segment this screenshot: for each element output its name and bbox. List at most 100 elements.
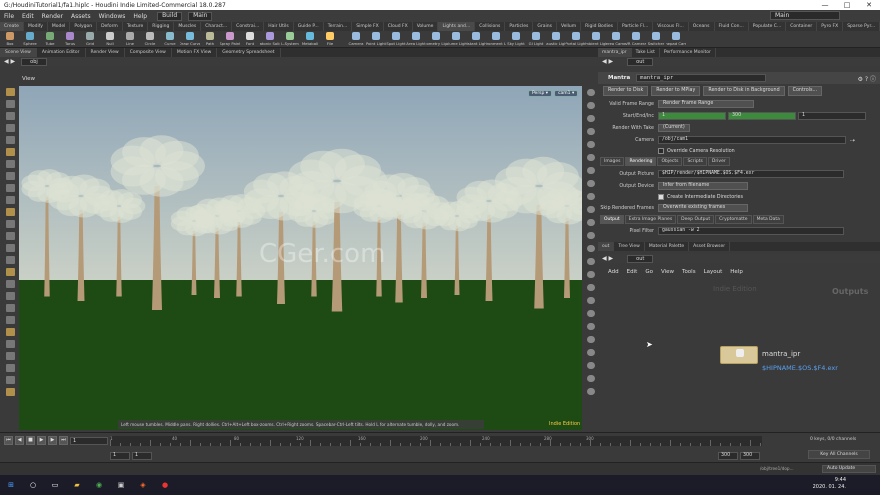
net-tab-1[interactable]: Tree View <box>614 242 645 251</box>
shelf-tool-0[interactable]: Box <box>0 31 20 47</box>
desktop-right-select[interactable]: Main <box>770 11 840 20</box>
end-field[interactable]: 300 <box>728 112 796 120</box>
tab-driver[interactable]: Driver <box>707 157 730 166</box>
display-option-icon-7[interactable] <box>587 180 595 187</box>
subtab-output[interactable]: Output <box>600 215 624 224</box>
net-menu-tools[interactable]: Tools <box>678 269 700 275</box>
file-explorer-icon[interactable]: ▰ <box>68 478 86 492</box>
key-all-channels-button[interactable]: Key All Channels <box>808 450 870 459</box>
current-frame-field[interactable]: 1 <box>70 437 108 445</box>
light-tool-5[interactable]: Volume Light <box>446 31 466 47</box>
left-tool-icon-12[interactable] <box>5 232 15 240</box>
shelf-tab-18[interactable]: Particles <box>505 22 534 31</box>
shelf-tool-14[interactable]: L-System <box>280 31 300 47</box>
light-tool-4[interactable]: Geometry Light <box>426 31 446 47</box>
mantra-ipr-node[interactable] <box>720 346 758 364</box>
override-checkbox[interactable] <box>658 148 664 154</box>
left-tool-icon-8[interactable] <box>5 184 15 192</box>
node-chooser-icon[interactable]: ⇢ <box>850 137 855 144</box>
subtab-cryptomatte[interactable]: Cryptomatte <box>715 215 752 224</box>
camera-field[interactable]: /obj/cam1 <box>658 136 846 144</box>
shelf-tab-16[interactable]: Lights and... <box>438 22 476 31</box>
shelf-tab-8[interactable]: Charact... <box>201 22 233 31</box>
left-tool-icon-23[interactable] <box>5 364 15 372</box>
left-tab-2[interactable]: Render View <box>86 48 125 57</box>
light-tool-12[interactable]: Ambient Light <box>586 31 606 47</box>
left-tab-4[interactable]: Motion FX View <box>172 48 218 57</box>
shelf-tab-10[interactable]: Hair Utils <box>264 22 294 31</box>
taskbar-clock[interactable]: 9:44 2020. 01. 24. <box>813 477 846 491</box>
scene-viewport[interactable]: CGer.com <box>19 86 582 430</box>
windows-start-icon[interactable]: ⊞ <box>2 478 20 492</box>
left-tool-icon-17[interactable] <box>5 292 15 300</box>
stop-icon[interactable]: ■ <box>26 436 35 445</box>
houdini-icon[interactable]: ◈ <box>134 478 152 492</box>
display-option-icon-20[interactable] <box>587 349 595 356</box>
left-tool-icon-16[interactable] <box>5 280 15 288</box>
shelf-tab-17[interactable]: Collisions <box>475 22 506 31</box>
shelf-tab-22[interactable]: Particle Fl... <box>618 22 654 31</box>
light-tool-11[interactable]: Portal Light <box>566 31 586 47</box>
shelf-tab-15[interactable]: Volume <box>413 22 439 31</box>
shelf-tab-14[interactable]: Cloud FX <box>384 22 413 31</box>
shelf-tool-11[interactable]: Spray Paint <box>220 31 240 47</box>
gear-icon[interactable]: ⚙ ? ⓘ <box>858 74 880 83</box>
light-tool-8[interactable]: Sky Light <box>506 31 526 47</box>
range-start2-field[interactable]: 1 <box>132 452 152 460</box>
shelf-tab-21[interactable]: Rigid Bodies <box>581 22 619 31</box>
left-tool-icon-0[interactable] <box>5 88 15 96</box>
light-tool-16[interactable]: Gamepad Camera <box>666 31 686 47</box>
left-tool-icon-7[interactable] <box>5 172 15 180</box>
display-option-icon-4[interactable] <box>587 141 595 148</box>
light-tool-14[interactable]: VR Camera <box>626 31 646 47</box>
right-tab-0[interactable]: mantra_ipr <box>598 48 632 57</box>
light-tool-9[interactable]: GI Light <box>526 31 546 47</box>
shelf-tab-24[interactable]: Oceans <box>689 22 715 31</box>
light-tool-13[interactable]: Stereo Camera <box>606 31 626 47</box>
tab-scripts[interactable]: Scripts <box>683 157 707 166</box>
menu-file[interactable]: File <box>0 13 18 20</box>
shelf-tool-7[interactable]: Circle <box>140 31 160 47</box>
skip-menu[interactable]: Overwrite existing frames <box>658 204 748 212</box>
display-option-icon-11[interactable] <box>587 232 595 239</box>
display-option-icon-3[interactable] <box>587 128 595 135</box>
display-option-icon-5[interactable] <box>587 154 595 161</box>
display-option-icon-9[interactable] <box>587 206 595 213</box>
net-menu-view[interactable]: View <box>657 269 678 275</box>
range-end2-field[interactable]: 300 <box>740 452 760 460</box>
step-back-icon[interactable]: ◀ <box>15 436 24 445</box>
app-icon[interactable]: ● <box>156 478 174 492</box>
shelf-tool-12[interactable]: Font <box>240 31 260 47</box>
display-option-icon-22[interactable] <box>587 375 595 382</box>
left-tool-icon-3[interactable] <box>5 124 15 132</box>
minimize-button[interactable]: — <box>814 0 836 10</box>
left-tab-0[interactable]: Scene View <box>0 48 37 57</box>
light-tool-2[interactable]: Spot Light <box>386 31 406 47</box>
close-button[interactable]: ✕ <box>858 0 880 10</box>
shelf-tab-2[interactable]: Model <box>48 22 71 31</box>
shelf-tab-25[interactable]: Fluid Con... <box>715 22 749 31</box>
display-option-icon-21[interactable] <box>587 362 595 369</box>
render-background-button[interactable]: Render to Disk in Background <box>703 86 785 96</box>
shelf-tab-27[interactable]: Container <box>786 22 818 31</box>
display-option-icon-14[interactable] <box>587 271 595 278</box>
right-tab-1[interactable]: Take List <box>632 48 660 57</box>
net-tab-0[interactable]: out <box>598 242 615 251</box>
range-end-field[interactable]: 300 <box>718 452 738 460</box>
display-option-icon-19[interactable] <box>587 336 595 343</box>
shelf-tab-19[interactable]: Grains <box>533 22 557 31</box>
net-menu-go[interactable]: Go <box>641 269 657 275</box>
shelf-tool-8[interactable]: Curve <box>160 31 180 47</box>
shelf-tool-4[interactable]: Grid <box>80 31 100 47</box>
left-tool-icon-18[interactable] <box>5 304 15 312</box>
maximize-button[interactable]: □ <box>836 0 858 10</box>
render-to-disk-button[interactable]: Render to Disk <box>603 86 649 96</box>
shelf-tool-13[interactable]: Platonic Solids <box>260 31 280 47</box>
display-option-icon-17[interactable] <box>587 310 595 317</box>
left-tab-1[interactable]: Animation Editor <box>37 48 86 57</box>
start-field[interactable]: 1 <box>658 112 726 120</box>
chrome-icon[interactable]: ◉ <box>90 478 108 492</box>
menu-windows[interactable]: Windows <box>95 13 130 20</box>
shelf-tab-7[interactable]: Muscles <box>174 22 202 31</box>
menu-help[interactable]: Help <box>129 13 151 20</box>
